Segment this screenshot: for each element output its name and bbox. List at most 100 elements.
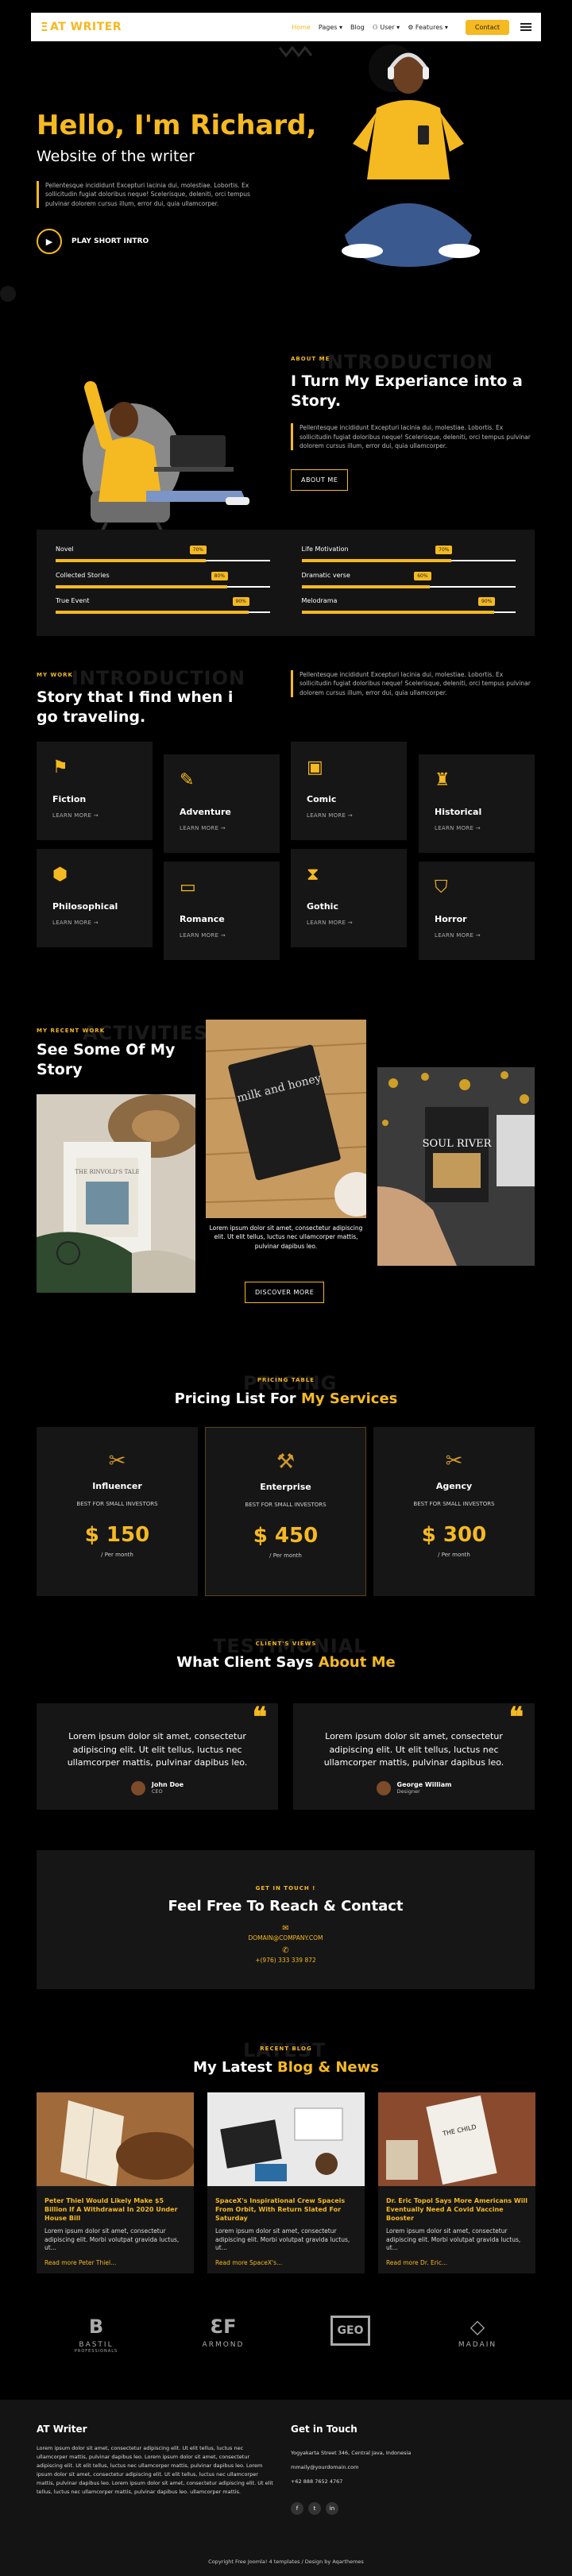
category-card-comic[interactable]: ▣ Comic LEARN MORE → <box>291 742 407 840</box>
category-name: Adventure <box>180 807 231 817</box>
footer-contact-title: Get in Touch <box>291 2424 358 2435</box>
testimonial-text: Lorem ipsum dolor sit amet, consectetur … <box>67 1731 248 1768</box>
blog-title[interactable]: Peter Thiel Would Likely Make $5 Billion… <box>37 2186 194 2223</box>
intro-title: I Turn My Experiance into a Story. <box>291 372 523 410</box>
learn-more-link[interactable]: LEARN MORE → <box>180 932 264 939</box>
phone-icon: ✆ <box>282 1946 289 1955</box>
category-card-gothic[interactable]: ⧗ Gothic LEARN MORE → <box>291 849 407 947</box>
nav-item-home[interactable]: Home <box>292 24 311 31</box>
partner-logo[interactable]: GEO <box>315 2316 386 2349</box>
partner-mark-icon: ƐF <box>210 2316 237 2338</box>
quote-icon: ❝ <box>252 1702 267 1733</box>
partner-mark-icon: GEO <box>330 2316 371 2346</box>
intro-section: INTRODUCTION ABOUT ME I Turn My Experian… <box>291 351 531 492</box>
skill-percent-badge: 90% <box>232 597 249 607</box>
blog-card[interactable]: THE CHILD Dr. Eric Topol Says More Americ… <box>378 2092 535 2273</box>
blog-image <box>207 2092 365 2186</box>
partner-mark-icon: ◇ <box>470 2316 485 2338</box>
facebook-icon[interactable]: f <box>291 2502 303 2515</box>
testimonial-text: Lorem ipsum dolor sit amet, consectetur … <box>323 1731 504 1768</box>
hero-person-image <box>342 44 480 267</box>
discover-more-button[interactable]: DISCOVER MORE <box>245 1282 325 1303</box>
plan-period: / Per month <box>269 1552 302 1559</box>
hamburger-menu-icon[interactable] <box>520 23 531 31</box>
nav-item-blog[interactable]: Blog <box>350 24 365 31</box>
testimonial-card: ❝ Lorem ipsum dolor sit amet, consectetur… <box>293 1702 535 1810</box>
category-card-historical[interactable]: ♜ Historical LEARN MORE → <box>419 754 535 853</box>
contact-phone[interactable]: +(976) 333 339 872 <box>37 1957 535 1964</box>
read-more-link[interactable]: Read more Peter Thiel... <box>37 2253 194 2266</box>
category-card-romance[interactable]: ▭ Romance LEARN MORE → <box>164 862 280 960</box>
book-title-1: THE RINVOLD'S TALE <box>75 1169 139 1175</box>
category-card-philosophical[interactable]: ⬢ Philosophical LEARN MORE → <box>37 849 153 947</box>
learn-more-link[interactable]: LEARN MORE → <box>307 920 391 926</box>
read-more-link[interactable]: Read more SpaceX's... <box>207 2253 365 2266</box>
play-intro-button[interactable]: ▶ PLAY SHORT INTRO <box>37 229 149 254</box>
learn-more-link[interactable]: LEARN MORE → <box>52 920 137 926</box>
testimonial-author: George William Designer <box>309 1780 519 1795</box>
blog-card[interactable]: SpaceX's Inspirational Crew Spaceis From… <box>207 2092 365 2273</box>
twitter-icon[interactable]: t <box>308 2502 321 2515</box>
partner-logo[interactable]: ƐF ARMOND <box>187 2316 259 2349</box>
blog-title: My Latest Blog & News <box>193 2059 379 2076</box>
skill-bar: Life Motivation 70% <box>301 544 516 569</box>
learn-more-link[interactable]: LEARN MORE → <box>435 825 519 831</box>
learn-more-link[interactable]: LEARN MORE → <box>52 812 137 819</box>
plan-subtitle: BEST FOR SMALL INVESTORS <box>76 1501 158 1507</box>
category-card-fiction[interactable]: ⚑ Fiction LEARN MORE → <box>37 742 153 840</box>
learn-more-link[interactable]: LEARN MORE → <box>180 825 264 831</box>
skill-bar: Melodrama 90% <box>301 596 516 621</box>
skill-fill <box>301 611 495 615</box>
pricing-title: Pricing List For My Services <box>174 1390 398 1407</box>
footer-email[interactable]: mmaily@yourdomain.com <box>291 2460 411 2474</box>
about-me-button[interactable]: ABOUT ME <box>291 469 349 492</box>
read-more-link[interactable]: Read more Dr. Eric... <box>378 2253 535 2266</box>
contact-button[interactable]: Contact <box>465 19 509 35</box>
category-name: Horror <box>435 914 467 924</box>
category-name: Comic <box>307 794 337 804</box>
contact-email[interactable]: DOMAIN@COMPANY.COM <box>37 1934 535 1942</box>
nav-item-user[interactable]: ⚇ User ▾ <box>373 24 400 31</box>
nav-item-pages[interactable]: Pages ▾ <box>319 24 342 31</box>
category-card-adventure[interactable]: ✎ Adventure LEARN MORE → <box>164 754 280 853</box>
learn-more-link[interactable]: LEARN MORE → <box>435 932 519 939</box>
recent-work-image-2: milk and honey <box>206 1020 366 1218</box>
plan-period: / Per month <box>101 1552 133 1558</box>
skill-percent-badge: 80% <box>211 571 228 580</box>
blog-title[interactable]: SpaceX's Inspirational Crew Spaceis From… <box>207 2186 365 2223</box>
plan-name: Influencer <box>92 1481 142 1491</box>
blog-card[interactable]: Peter Thiel Would Likely Make $5 Billion… <box>37 2092 194 2273</box>
skill-label: True Event <box>56 597 90 605</box>
testimonial-tag: CLIENT'S VIEWS <box>255 1641 317 1647</box>
skill-label: Life Motivation <box>301 546 349 553</box>
partner-logo[interactable]: ◇ MADAIN <box>442 2316 513 2349</box>
skill-fill <box>56 611 249 615</box>
partner-logo[interactable]: B BASTIL PROFESSIONALS <box>60 2316 132 2354</box>
skill-bar: True Event 90% <box>56 596 270 621</box>
gear-icon: ⚙ <box>408 23 415 31</box>
blog-title[interactable]: Dr. Eric Topol Says More Americans Will … <box>378 2186 535 2223</box>
tools-icon: ✂ <box>108 1449 126 1473</box>
site-footer: AT Writer Lorem ipsum dolor sit amet, co… <box>0 2400 572 2576</box>
category-card-horror[interactable]: ⛉ Horror LEARN MORE → <box>419 862 535 960</box>
blog-image: THE CHILD <box>378 2092 535 2186</box>
learn-more-link[interactable]: LEARN MORE → <box>307 812 391 819</box>
pricing-card-agency: ✂ Agency BEST FOR SMALL INVESTORS $ 300 / Pe… <box>373 1427 535 1596</box>
linkedin-icon[interactable]: in <box>326 2502 338 2515</box>
copyright: Copyright Free Joomla! 4 templates / Des… <box>208 2559 364 2565</box>
site-logo[interactable]: Ξ AT WRITER <box>41 20 122 34</box>
plan-name: Agency <box>435 1481 473 1491</box>
recent-work-image-1: THE RINVOLD'S TALE <box>37 1094 195 1293</box>
nav-item-features[interactable]: ⚙ Features ▾ <box>408 24 448 31</box>
hero-subtitle: Website of the writer <box>37 148 195 165</box>
footer-phone[interactable]: +62 888 7652 4767 <box>291 2474 411 2489</box>
intro-ghost-text: INTRODUCTION <box>319 351 494 373</box>
contact-tag: GET IN TOUCH ! <box>255 1885 316 1892</box>
author-info: John Doe CEO <box>152 1781 184 1795</box>
blog-excerpt: Lorem ipsum dolor sit amet, consectetur … <box>386 2227 521 2252</box>
partner-name: ARMOND <box>202 2341 245 2349</box>
skill-track <box>301 559 516 562</box>
skill-track <box>301 611 516 615</box>
recent-work-image-3: SOUL RIVER <box>377 1067 535 1266</box>
skill-percent-badge: 70% <box>435 546 453 554</box>
